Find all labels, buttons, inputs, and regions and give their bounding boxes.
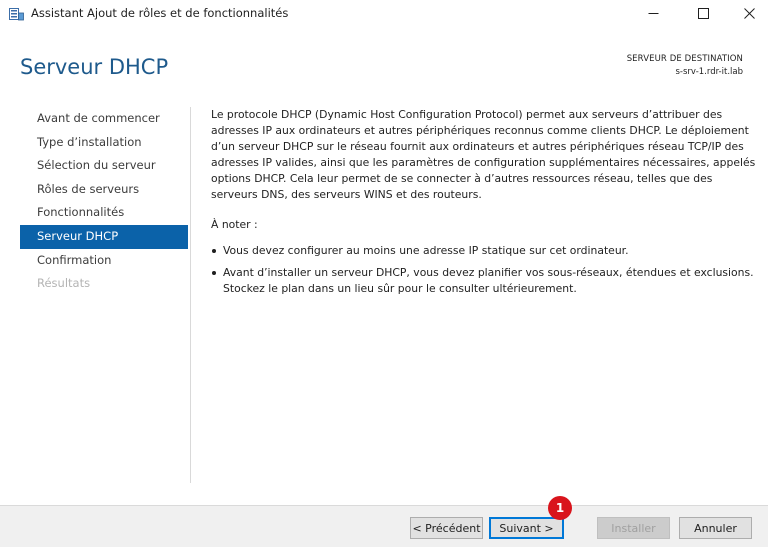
previous-button[interactable]: < Précédent <box>410 517 483 539</box>
nav-item-confirmation[interactable]: Confirmation <box>20 249 188 273</box>
nav-item-selection-serveur[interactable]: Sélection du serveur <box>20 154 188 178</box>
destination-server-label: SERVEUR DE DESTINATION <box>626 54 743 64</box>
minimize-icon <box>648 8 659 19</box>
server-manager-icon <box>9 6 24 21</box>
step-number-badge: 1 <box>548 496 572 520</box>
wizard-footer: < Précédent Suivant > Installer Annuler <box>0 505 768 547</box>
close-icon <box>743 8 755 19</box>
nav-item-resultats: Résultats <box>37 276 91 291</box>
page-title: Serveur DHCP <box>20 55 169 79</box>
nav-divider <box>190 107 191 483</box>
maximize-icon <box>697 8 709 19</box>
next-button[interactable]: Suivant > <box>489 517 564 539</box>
nav-item-fonctionnalites[interactable]: Fonctionnalités <box>20 201 188 225</box>
cancel-button[interactable]: Annuler <box>679 517 752 539</box>
window-title: Assistant Ajout de rôles et de fonctionn… <box>31 6 289 20</box>
wizard-header: Serveur DHCP SERVEUR DE DESTINATION s-sr… <box>0 27 768 97</box>
nav-item-type-installation[interactable]: Type d’installation <box>20 131 188 155</box>
note-bullet-list: Vous devez configurer au moins une adres… <box>211 243 756 297</box>
intro-paragraph: Le protocole DHCP (Dynamic Host Configur… <box>211 108 756 201</box>
title-bar: Assistant Ajout de rôles et de fonctionn… <box>0 0 768 27</box>
close-button[interactable] <box>726 0 768 27</box>
minimize-button[interactable] <box>630 0 676 27</box>
nav-item-avant-de-commencer[interactable]: Avant de commencer <box>20 107 188 131</box>
nav-item-serveur-dhcp[interactable]: Serveur DHCP <box>20 224 188 249</box>
note-bullet: Avant d’installer un serveur DHCP, vous … <box>211 265 756 297</box>
destination-server-name: s-srv-1.rdr-it.lab <box>675 67 743 77</box>
wizard-content: Le protocole DHCP (Dynamic Host Configur… <box>211 107 756 303</box>
note-title: À noter : <box>211 218 258 231</box>
note-bullet: Vous devez configurer au moins une adres… <box>211 243 756 259</box>
wizard-steps-nav: Avant de commencer Type d’installation S… <box>20 107 188 296</box>
install-button: Installer <box>597 517 670 539</box>
maximize-button[interactable] <box>680 0 726 27</box>
nav-item-roles-serveurs[interactable]: Rôles de serveurs <box>20 178 188 202</box>
